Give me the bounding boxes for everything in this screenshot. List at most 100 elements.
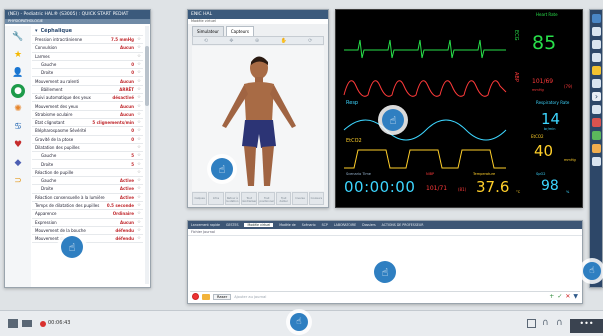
bottom-tab[interactable]: Tout positionner: [258, 192, 276, 205]
filter-icon[interactable]: ▼: [573, 293, 578, 300]
favorite-star-icon[interactable]: ☆: [137, 170, 143, 175]
users-icon[interactable]: [592, 157, 601, 166]
physiology-row[interactable]: Bâillement ARRÊT ☆: [32, 86, 143, 95]
bottom-tab[interactable]: Couleurs: [308, 192, 325, 205]
physiology-row[interactable]: Réaction consensuelle à la lumière Active…: [32, 194, 143, 202]
physiology-row[interactable]: Mouvement de la bouche défendu ☆: [32, 227, 143, 236]
touch-button-bottom[interactable]: ☝: [286, 309, 312, 335]
settings-icon[interactable]: [592, 14, 601, 23]
favorite-star-icon[interactable]: ☆: [137, 79, 143, 84]
list-icon[interactable]: [592, 79, 601, 88]
favorite-star-icon[interactable]: ☆: [137, 54, 143, 59]
wrench-icon[interactable]: 🔧: [11, 30, 25, 44]
favorite-star-icon[interactable]: ☆: [137, 162, 143, 167]
record-icon[interactable]: [192, 293, 199, 300]
list-scrollbar[interactable]: [145, 26, 149, 284]
star-icon[interactable]: [592, 27, 601, 36]
favorite-star-icon[interactable]: ☆: [137, 220, 143, 225]
pan-icon[interactable]: ✋: [280, 38, 286, 44]
favorite-star-icon[interactable]: ☆: [137, 236, 143, 241]
bottom-tab[interactable]: Calques: [192, 192, 208, 205]
grid-icon[interactable]: [592, 53, 601, 62]
bottom-tab[interactable]: Tout réinitialiser: [240, 192, 258, 205]
add-icon[interactable]: +: [549, 293, 554, 300]
bottom-tab[interactable]: Tout dédier: [276, 192, 292, 205]
folder-icon[interactable]: [202, 293, 210, 300]
physiology-row[interactable]: Gauche 5 ☆: [32, 152, 143, 161]
touch-button-monitor[interactable]: ☝: [378, 105, 408, 135]
reset-icon[interactable]: ⟳: [308, 38, 312, 44]
bottom-tab[interactable]: Infos: [208, 192, 224, 205]
physiology-row[interactable]: Mouvement des yeux Aucun ☆: [32, 102, 143, 111]
physiology-row[interactable]: Strabisme oculaire Aucun ☆: [32, 111, 143, 119]
physiology-row[interactable]: Gravité de la ptose 0 ☆: [32, 136, 143, 144]
favorite-star-icon[interactable]: ☆: [137, 137, 143, 142]
physiology-row[interactable]: Blépharospasme Sévérité 0 ☆: [32, 127, 143, 136]
physiology-row[interactable]: Réaction de pupille ☆: [32, 169, 143, 178]
bottom-tab[interactable]: Retour à la station: [224, 192, 240, 205]
physiology-row[interactable]: Temps de dilatation des pupilles 0.5 seco…: [32, 202, 143, 211]
vessel-icon[interactable]: ◆: [11, 156, 25, 170]
favorite-star-icon[interactable]: ☆: [137, 87, 143, 92]
favorite-star-icon[interactable]: ☆: [137, 112, 143, 117]
log-tab-active[interactable]: Modèle virtuel: [244, 223, 274, 227]
favorite-star-icon[interactable]: ☆: [137, 95, 143, 100]
favorite-star-icon[interactable]: ☆: [137, 128, 143, 133]
favorite-star-icon[interactable]: ☆: [137, 145, 143, 150]
log-tab[interactable]: Dossiers: [362, 223, 376, 227]
section-header[interactable]: ▾ Céphalique: [32, 26, 143, 36]
more-menu-icon[interactable]: •••: [570, 319, 603, 333]
favorite-star-icon[interactable]: ☆: [137, 45, 143, 50]
physiology-row[interactable]: Mouvement au ralenti Aucun ☆: [32, 77, 143, 86]
screenshot-icon[interactable]: [527, 319, 536, 328]
signal-icon[interactable]: [8, 319, 18, 328]
edit-icon[interactable]: [592, 144, 601, 153]
rotate-icon[interactable]: ⟲: [204, 38, 208, 44]
favorite-star-icon[interactable]: ☆: [137, 104, 143, 109]
favorite-star-icon[interactable]: ☆: [137, 62, 143, 67]
brain-icon[interactable]: ✺: [11, 102, 25, 116]
physiology-row[interactable]: Droite 5 ☆: [32, 160, 143, 169]
close-icon[interactable]: ✕: [565, 293, 570, 300]
log-tab[interactable]: Modèle de: [279, 223, 296, 227]
physiology-row[interactable]: État clignotant 5 clignements/min ☆: [32, 119, 143, 128]
touch-button-right[interactable]: ☝: [579, 258, 603, 284]
keyboard-icon[interactable]: [22, 320, 32, 327]
chart-icon[interactable]: [592, 66, 601, 75]
physiology-row[interactable]: Expression Aucun ☆: [32, 219, 143, 227]
log-tab[interactable]: SCP: [322, 223, 328, 227]
collapse-chevron-icon[interactable]: ›: [592, 92, 601, 101]
touch-button-log[interactable]: ☝: [370, 257, 400, 287]
favorite-star-icon[interactable]: ☆: [137, 186, 143, 191]
log-tab[interactable]: LABORATOIRE: [334, 223, 356, 227]
save-log-button[interactable]: Raser: [213, 293, 232, 300]
scrollbar-thumb[interactable]: [145, 46, 149, 106]
physiology-row[interactable]: Larmes ☆: [32, 53, 143, 61]
mannequin-stage[interactable]: ☝: [192, 46, 324, 191]
log-tab[interactable]: Scénario: [302, 223, 316, 227]
audio-icon[interactable]: ∩: [556, 318, 563, 328]
log-tab[interactable]: ACTIONS DE PROFESSEUR: [382, 223, 424, 227]
physiology-row[interactable]: Gauche Active ☆: [32, 177, 143, 186]
physiology-row[interactable]: Dilatation des pupilles ☆: [32, 144, 143, 153]
bottom-tab[interactable]: Inverse: [292, 192, 308, 205]
log-tab[interactable]: Lancement rapide: [191, 223, 220, 227]
physiology-row[interactable]: Gauche 0 ☆: [32, 61, 143, 70]
favorite-star-icon[interactable]: ☆: [137, 228, 143, 233]
monitor-icon[interactable]: [592, 40, 601, 49]
tab-sensors[interactable]: Capteurs: [225, 26, 254, 36]
check-icon[interactable]: ✓: [557, 293, 562, 300]
eye-icon[interactable]: ●: [11, 84, 25, 98]
tab-simulator[interactable]: Simulateur: [192, 26, 224, 36]
favorite-star-icon[interactable]: ☆: [137, 153, 143, 158]
favorite-star-icon[interactable]: ☆: [137, 70, 143, 75]
physiology-row[interactable]: Pression intracrânienne 7.5 mmHg ☆: [32, 36, 143, 45]
physiology-row[interactable]: Droite Active ☆: [32, 185, 143, 194]
favorite-star-icon[interactable]: ☆: [137, 203, 143, 208]
lungs-icon[interactable]: ♋: [11, 120, 25, 134]
zoom-icon[interactable]: ⊕: [255, 38, 259, 44]
physiology-row[interactable]: Mouvement du cou défendu ☆: [32, 235, 143, 244]
favorite-star-icon[interactable]: ☆: [137, 37, 143, 42]
headset-icon[interactable]: ∩: [542, 318, 549, 328]
favorite-star-icon[interactable]: ☆: [137, 195, 143, 200]
